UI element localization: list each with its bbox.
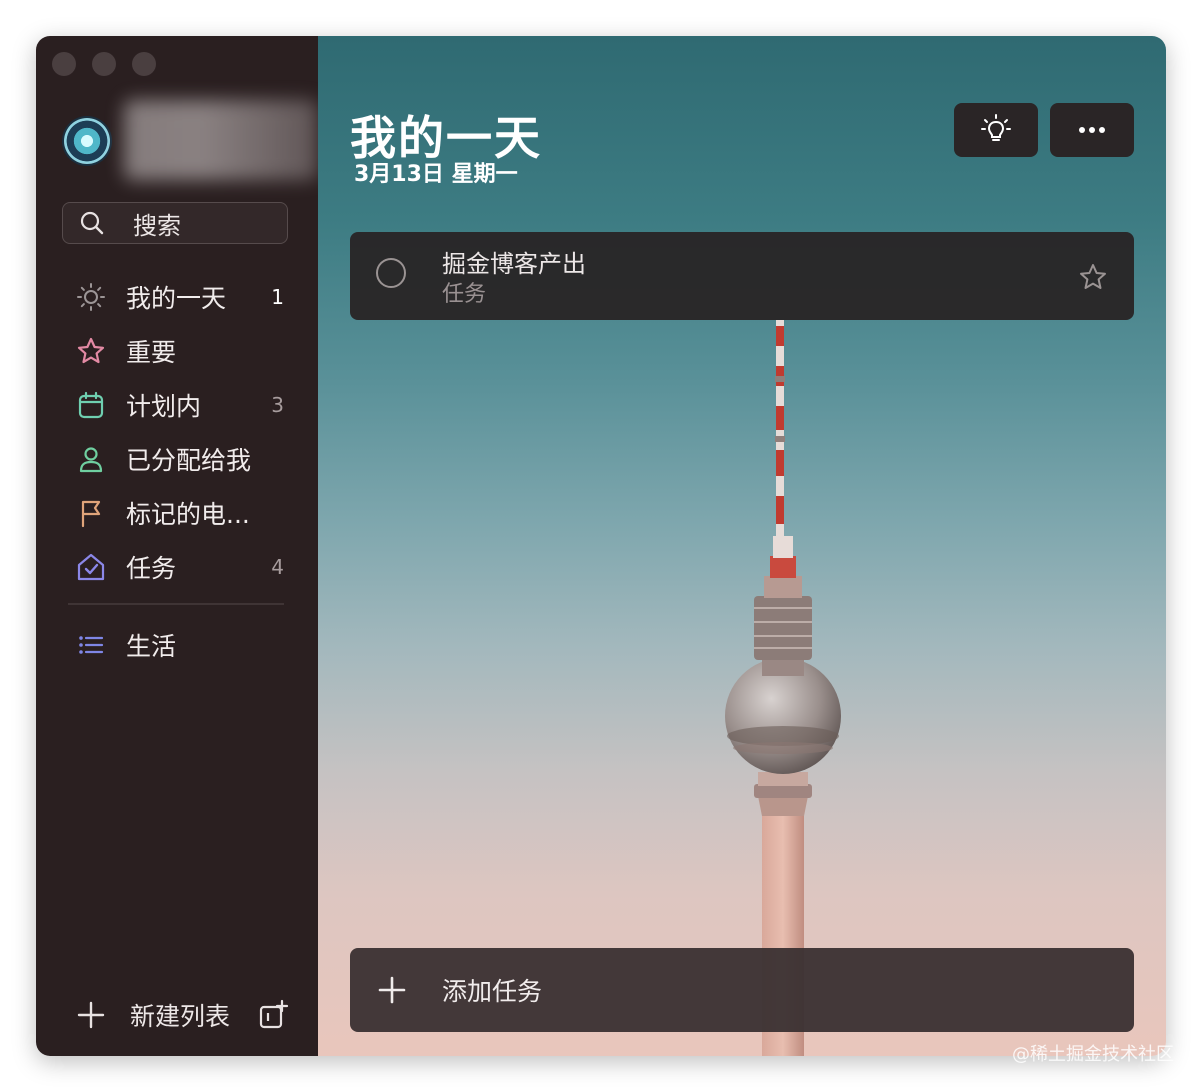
plus-icon xyxy=(378,976,406,1004)
sidebar-item-flagged-email[interactable]: 标记的电... xyxy=(36,488,318,538)
sidebar-item-tasks[interactable]: 任务 4 xyxy=(36,542,318,592)
flag-icon xyxy=(76,498,106,528)
sidebar-item-label: 已分配给我 xyxy=(126,446,252,475)
sidebar-item-important[interactable]: 重要 xyxy=(36,326,318,376)
tv-tower-background xyxy=(725,320,841,1056)
sidebar-item-label: 重要 xyxy=(126,338,177,367)
add-task-label: 添加任务 xyxy=(442,977,543,1006)
calendar-icon xyxy=(76,390,106,420)
item-count: 4 xyxy=(271,555,284,579)
account-name-blurred[interactable] xyxy=(124,100,318,180)
sidebar-item-label: 任务 xyxy=(126,554,177,583)
item-count: 1 xyxy=(271,285,284,309)
task-item[interactable]: 掘金博客产出 任务 xyxy=(350,232,1134,320)
sidebar-item-label: 生活 xyxy=(126,632,177,661)
lightbulb-icon xyxy=(981,114,1011,141)
sidebar-item-label: 我的一天 xyxy=(126,284,227,313)
sun-icon xyxy=(76,282,106,312)
more-options-button[interactable] xyxy=(1050,103,1134,157)
new-list-button[interactable]: 新建列表 xyxy=(76,994,296,1036)
list-icon xyxy=(76,630,106,660)
new-group-icon[interactable] xyxy=(258,999,290,1031)
task-complete-checkbox[interactable] xyxy=(376,258,406,288)
watermark: @稀土掘金技术社区 xyxy=(1012,1044,1174,1065)
home-icon xyxy=(76,552,106,582)
add-task-bar[interactable]: 添加任务 xyxy=(350,948,1134,1032)
task-list-name: 任务 xyxy=(442,282,487,307)
close-window-button[interactable] xyxy=(52,52,76,76)
new-list-label: 新建列表 xyxy=(130,1002,231,1031)
suggestions-button[interactable] xyxy=(954,103,1038,157)
sidebar: 搜索 我的一天 1 重要 计划内 3 已分配给我 标记的电... 任务 4 生活… xyxy=(36,36,319,1056)
star-icon[interactable] xyxy=(1078,262,1108,292)
avatar[interactable] xyxy=(64,118,110,164)
sidebar-item-assigned[interactable]: 已分配给我 xyxy=(36,434,318,484)
main-panel: 我的一天 3月13日 星期一 掘金博客产出 任务 添加任务 xyxy=(318,36,1166,1056)
zoom-window-button[interactable] xyxy=(132,52,156,76)
window-controls xyxy=(52,52,156,76)
person-icon xyxy=(76,444,106,474)
search-icon xyxy=(80,211,104,235)
search-box[interactable]: 搜索 xyxy=(62,202,288,244)
star-icon xyxy=(76,336,106,366)
sidebar-item-label: 计划内 xyxy=(126,392,202,421)
task-title: 掘金博客产出 xyxy=(442,250,586,278)
page-date: 3月13日 星期一 xyxy=(354,162,518,187)
plus-icon xyxy=(77,1001,105,1029)
sidebar-item-planned[interactable]: 计划内 3 xyxy=(36,380,318,430)
sidebar-divider xyxy=(68,603,284,605)
app-window: 搜索 我的一天 1 重要 计划内 3 已分配给我 标记的电... 任务 4 生活… xyxy=(36,36,1166,1056)
search-label: 搜索 xyxy=(133,211,181,240)
minimize-window-button[interactable] xyxy=(92,52,116,76)
item-count: 3 xyxy=(271,393,284,417)
sidebar-item-my-day[interactable]: 我的一天 1 xyxy=(36,272,318,322)
sidebar-item-list-life[interactable]: 生活 xyxy=(36,620,318,670)
more-icon xyxy=(1079,127,1105,133)
sidebar-item-label: 标记的电... xyxy=(126,500,250,529)
